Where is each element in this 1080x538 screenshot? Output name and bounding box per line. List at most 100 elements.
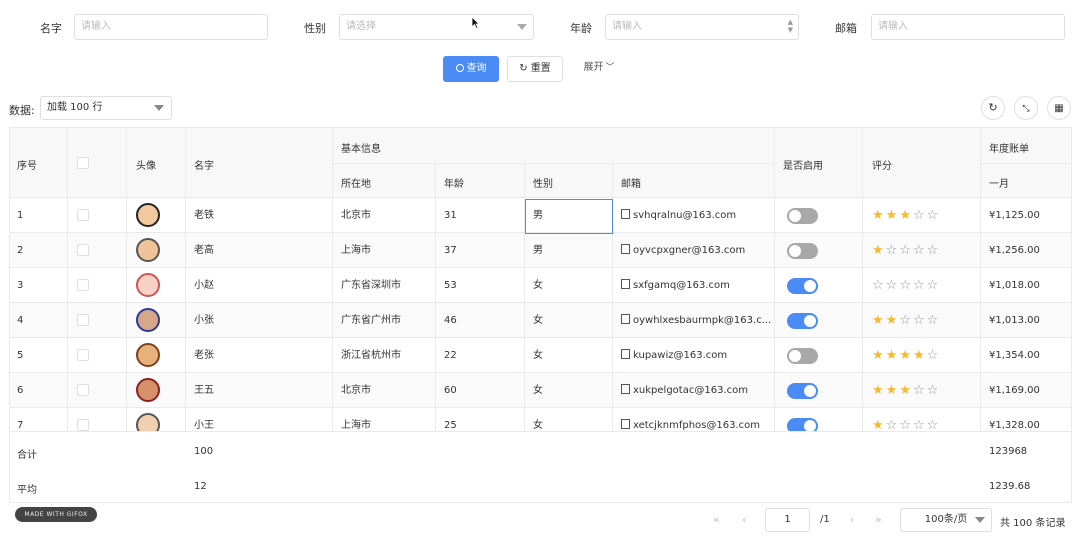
mouse-cursor-icon xyxy=(471,16,480,29)
star-icon[interactable]: ☆ xyxy=(927,208,941,223)
select-all-checkbox[interactable] xyxy=(77,157,89,169)
star-icon[interactable]: ☆ xyxy=(913,313,927,328)
fullscreen-button[interactable]: ⤡ xyxy=(1014,96,1038,120)
header-age: 年龄 xyxy=(444,179,464,190)
star-icon[interactable]: ☆ xyxy=(886,243,900,258)
first-page-icon[interactable]: « xyxy=(713,513,720,526)
enabled-switch[interactable] xyxy=(787,278,818,294)
star-icon[interactable]: ☆ xyxy=(913,383,927,398)
star-icon[interactable]: ☆ xyxy=(927,383,941,398)
star-icon[interactable]: ☆ xyxy=(913,278,927,293)
row-checkbox[interactable] xyxy=(77,244,89,256)
row-index: 6 xyxy=(17,385,24,396)
star-icon[interactable]: ★ xyxy=(899,383,913,398)
header-divider xyxy=(333,163,774,164)
row-name: 王五 xyxy=(194,385,214,396)
star-icon[interactable]: ★ xyxy=(872,348,886,363)
row-checkbox[interactable] xyxy=(77,209,89,221)
star-icon[interactable]: ☆ xyxy=(899,243,913,258)
watermark-badge: MADE WITH GIFOX xyxy=(15,507,97,522)
query-button[interactable]: 查询 xyxy=(443,56,499,82)
star-icon[interactable]: ★ xyxy=(899,348,913,363)
table-row[interactable]: 3 小赵 广东省深圳市 53 女 sxfgamq@163.com ☆☆☆☆☆ ¥… xyxy=(10,268,1071,303)
refresh-button[interactable]: ↻ xyxy=(981,96,1005,120)
star-icon[interactable]: ★ xyxy=(899,208,913,223)
star-icon[interactable]: ☆ xyxy=(927,348,941,363)
star-icon[interactable]: ☆ xyxy=(927,313,941,328)
row-email: svhqralnu@163.com xyxy=(621,198,771,233)
prev-page-icon[interactable]: ‹ xyxy=(742,513,746,526)
row-checkbox[interactable] xyxy=(77,419,89,431)
row-age: 60 xyxy=(444,385,457,396)
stepper-icon[interactable]: ▲ ▼ xyxy=(788,18,793,34)
row-checkbox[interactable] xyxy=(77,279,89,291)
data-label: 数据: xyxy=(9,104,35,117)
star-icon[interactable]: ★ xyxy=(886,348,900,363)
column-divider xyxy=(185,128,186,431)
row-bill: ¥1,013.00 xyxy=(989,315,1040,326)
rating-stars[interactable]: ★★★★☆ xyxy=(872,338,940,373)
avatar xyxy=(136,308,160,332)
page-number-input[interactable]: 1 xyxy=(765,508,810,532)
rating-stars[interactable]: ★★☆☆☆ xyxy=(872,303,940,338)
name-input[interactable]: 请输入 xyxy=(74,14,268,40)
expand-button[interactable]: 展开 ﹀ xyxy=(578,56,620,82)
table-row[interactable]: 4 小张 广东省广州市 46 女 oywhlxesbaurmpk@163.c..… xyxy=(10,303,1071,338)
star-icon[interactable]: ☆ xyxy=(886,278,900,293)
row-name: 老高 xyxy=(194,245,214,256)
star-icon[interactable]: ★ xyxy=(872,313,886,328)
star-icon[interactable]: ☆ xyxy=(913,208,927,223)
table-row[interactable]: 2 老高 上海市 37 男 oyvcpxgner@163.com ★☆☆☆☆ ¥… xyxy=(10,233,1071,268)
header-location: 所在地 xyxy=(341,179,371,190)
age-input[interactable]: 请输入 ▲ ▼ xyxy=(605,14,799,40)
switch-knob xyxy=(789,350,801,362)
table-row[interactable]: 5 老张 浙江省杭州市 22 女 kupawiz@163.com ★★★★☆ ¥… xyxy=(10,338,1071,373)
star-icon[interactable]: ☆ xyxy=(927,243,941,258)
rating-stars[interactable]: ★★★☆☆ xyxy=(872,373,940,408)
enabled-switch[interactable] xyxy=(787,348,818,364)
row-checkbox[interactable] xyxy=(77,349,89,361)
row-checkbox[interactable] xyxy=(77,384,89,396)
next-page-icon[interactable]: › xyxy=(850,513,854,526)
star-icon[interactable]: ★ xyxy=(886,208,900,223)
star-icon[interactable]: ★ xyxy=(872,208,886,223)
star-icon[interactable]: ★ xyxy=(886,313,900,328)
table-row[interactable]: 6 王五 北京市 60 女 xukpelgotac@163.com ★★★☆☆ … xyxy=(10,373,1071,408)
row-location: 北京市 xyxy=(341,385,371,396)
enabled-switch[interactable] xyxy=(787,313,818,329)
enabled-switch[interactable] xyxy=(787,383,818,399)
load-rows-select[interactable]: 加载 100 行 xyxy=(40,96,172,120)
star-icon[interactable]: ☆ xyxy=(913,243,927,258)
star-icon[interactable]: ★ xyxy=(872,243,886,258)
star-icon[interactable]: ★ xyxy=(913,348,927,363)
rating-stars[interactable]: ★☆☆☆☆ xyxy=(872,233,940,268)
column-settings-button[interactable]: ▦ xyxy=(1047,96,1071,120)
email-input[interactable]: 请输入 xyxy=(871,14,1065,40)
last-page-icon[interactable]: » xyxy=(875,513,882,526)
row-age: 22 xyxy=(444,350,457,361)
star-icon[interactable]: ☆ xyxy=(872,278,886,293)
rating-stars[interactable]: ★★★☆☆ xyxy=(872,198,940,233)
rating-stars[interactable]: ☆☆☆☆☆ xyxy=(872,268,940,303)
star-icon[interactable]: ☆ xyxy=(899,278,913,293)
reset-button[interactable]: ↻ 重置 xyxy=(507,56,563,82)
refresh-icon: ↻ xyxy=(988,101,998,114)
gender-select[interactable]: 请选择 xyxy=(339,14,534,40)
email-icon xyxy=(621,314,630,324)
chevron-down-icon xyxy=(517,24,527,30)
enabled-switch[interactable] xyxy=(787,243,818,259)
star-icon[interactable]: ☆ xyxy=(899,313,913,328)
star-icon[interactable]: ★ xyxy=(886,383,900,398)
star-icon[interactable]: ★ xyxy=(872,383,886,398)
enabled-switch[interactable] xyxy=(787,208,818,224)
avatar xyxy=(136,343,160,367)
selected-cell-outline xyxy=(525,199,613,234)
page-size-select[interactable]: 100条/页 xyxy=(900,508,992,532)
email-icon xyxy=(621,244,630,254)
row-checkbox[interactable] xyxy=(77,314,89,326)
row-index: 5 xyxy=(17,350,24,361)
avg-bill-value: 1239.68 xyxy=(989,481,1031,492)
star-icon[interactable]: ☆ xyxy=(927,278,941,293)
row-bill: ¥1,169.00 xyxy=(989,385,1040,396)
row-age: 53 xyxy=(444,280,457,291)
